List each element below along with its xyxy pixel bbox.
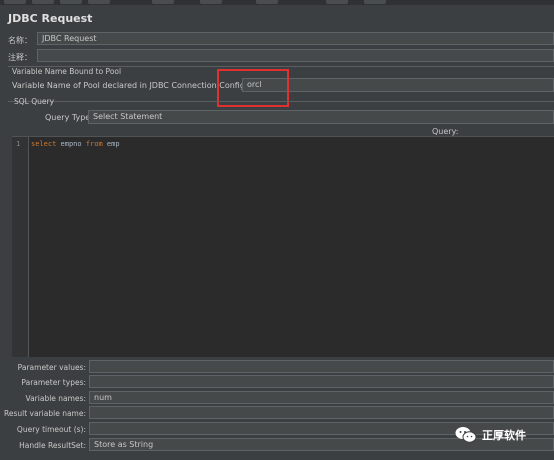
query-header-label: Query: bbox=[432, 127, 459, 136]
pool-section-title: Variable Name Bound to Pool bbox=[12, 67, 122, 76]
sql-identifier-empno: empno bbox=[56, 140, 86, 148]
variable-names-input[interactable]: num bbox=[89, 391, 554, 404]
result-variable-input[interactable] bbox=[89, 406, 554, 419]
query-type-label: Query Type: bbox=[45, 113, 93, 122]
variable-names-label: Variable names: bbox=[25, 394, 86, 403]
parameter-values-label: Parameter values: bbox=[17, 363, 86, 372]
watermark: 正厚软件 bbox=[455, 426, 526, 444]
parameter-values-input[interactable] bbox=[89, 360, 554, 373]
sql-keyword-select: select bbox=[31, 140, 57, 148]
wechat-icon bbox=[455, 427, 477, 443]
watermark-text: 正厚软件 bbox=[482, 429, 526, 442]
top-tab-strip bbox=[0, 0, 554, 5]
sql-identifier-emp: emp bbox=[102, 140, 120, 148]
query-timeout-label: Query timeout (s): bbox=[16, 425, 86, 434]
sql-section-title: SQL Query bbox=[14, 97, 55, 106]
name-label: 名称： bbox=[8, 36, 32, 45]
comment-label: 注释： bbox=[8, 53, 32, 62]
parameter-types-input[interactable] bbox=[89, 375, 554, 388]
result-variable-label: Result variable name: bbox=[4, 409, 86, 418]
page-title: JDBC Request bbox=[8, 12, 93, 25]
sql-code-line: select empno from emp bbox=[31, 140, 120, 148]
sql-keyword-from: from bbox=[85, 140, 103, 148]
parameter-types-label: Parameter types: bbox=[21, 378, 86, 387]
handle-resultset-label: Handle ResultSet: bbox=[19, 441, 86, 450]
comment-input[interactable] bbox=[37, 49, 554, 62]
sql-section-divider bbox=[8, 101, 554, 102]
query-type-select[interactable]: Select Statement bbox=[88, 110, 554, 124]
sql-editor[interactable]: 1 select empno from emp bbox=[12, 136, 554, 357]
name-input[interactable]: JDBC Request bbox=[37, 32, 554, 45]
line-number-gutter: 1 bbox=[12, 137, 29, 357]
line-number: 1 bbox=[16, 140, 21, 148]
